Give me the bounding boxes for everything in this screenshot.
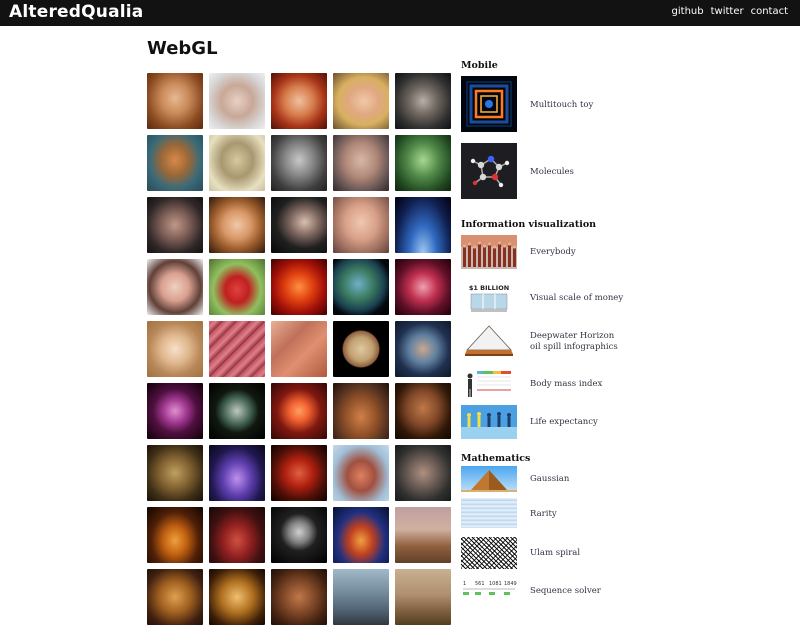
site-logo[interactable]: AlteredQualia [9,2,143,22]
sidebar-item-label: Everybody [530,247,576,257]
sidebar-item-label: Ulam spiral [530,548,581,558]
sidebar-item-rarity[interactable]: Rarity [461,498,661,528]
thumbnail-7-3[interactable] [271,445,327,501]
sidebar-item-label: Gaussian [530,474,570,484]
top-nav: github twitter contact [672,6,788,17]
top-bar: AlteredQualia github twitter contact [0,0,800,26]
money-scale-icon: $1 BILLION [461,281,517,315]
sequence-term: 561 [475,581,485,587]
sidebar-item-sequence-solver[interactable]: 1 561 1081 1849 Sequence solver [461,578,661,600]
sidebar-item-deepwater-horizon[interactable]: Deepwater Horizon oil spill infographics [461,320,661,360]
sidebar-item-label: Sequence solver [530,586,601,596]
thumbnail-8-3[interactable] [271,507,327,563]
thumbnail-9-4[interactable] [333,569,389,625]
sidebar-item-label: Life expectancy [530,417,598,427]
thumbnail-5-3[interactable] [271,321,327,377]
sidebar-item-label: Visual scale of money [530,293,624,303]
multitouch-toy-icon [461,76,517,132]
page-title: WebGL [147,38,218,59]
thumbnail-6-3[interactable] [271,383,327,439]
sidebar-item-multitouch-toy[interactable]: Multitouch toy [461,76,661,132]
thumbnail-2-4[interactable] [333,135,389,191]
section-title-mathematics: Mathematics [461,453,531,464]
nav-contact-link[interactable]: contact [751,6,788,17]
thumbnail-8-5[interactable] [395,507,451,563]
thumbnail-8-1[interactable] [147,507,203,563]
section-title-information-visualization: Information visualization [461,219,597,230]
thumbnail-9-1[interactable] [147,569,203,625]
thumbnail-9-5[interactable] [395,569,451,625]
sidebar-item-life-expectancy[interactable]: Life expectancy [461,405,661,439]
thumbnail-7-4[interactable] [333,445,389,501]
thumbnail-2-1[interactable] [147,135,203,191]
rarity-icon [461,498,517,528]
life-expectancy-icon [461,405,517,439]
thumbnail-7-5[interactable] [395,445,451,501]
thumbnail-8-2[interactable] [209,507,265,563]
thumbnail-2-5[interactable] [395,135,451,191]
sequence-term: 1 [463,581,466,587]
sidebar-item-label: Rarity [530,509,557,519]
nav-twitter-link[interactable]: twitter [711,6,744,17]
thumbnail-4-2[interactable] [209,259,265,315]
sequence-solver-icon: 1 561 1081 1849 [461,578,517,600]
oil-pyramid-icon [461,320,517,360]
molecules-icon [461,143,517,199]
thumbnail-3-2[interactable] [209,197,265,253]
thumbnail-9-2[interactable] [209,569,265,625]
thumbnail-4-5[interactable] [395,259,451,315]
thumbnail-3-1[interactable] [147,197,203,253]
thumbnail-6-2[interactable] [209,383,265,439]
sidebar-item-label: Multitouch toy [530,100,594,110]
thumbnail-5-2[interactable] [209,321,265,377]
thumbnail-2-3[interactable] [271,135,327,191]
ulam-spiral-icon [461,537,517,569]
nav-github-link[interactable]: github [672,6,704,17]
sidebar-item-body-mass-index[interactable]: Body mass index [461,367,661,401]
sidebar-item-gaussian[interactable]: Gaussian [461,466,661,492]
thumbnail-4-3[interactable] [271,259,327,315]
section-title-mobile: Mobile [461,60,498,71]
thumbnail-1-1[interactable] [147,73,203,129]
thumbnail-6-4[interactable] [333,383,389,439]
sidebar-item-label: Deepwater Horizon oil spill infographics [530,331,618,352]
thumbnail-8-4[interactable] [333,507,389,563]
thumbnail-5-5[interactable] [395,321,451,377]
bmi-icon [461,367,517,401]
thumbnail-7-2[interactable] [209,445,265,501]
sidebar-item-visual-scale-of-money[interactable]: $1 BILLION Visual scale of money [461,281,661,315]
thumbnail-6-1[interactable] [147,383,203,439]
thumbnail-9-3[interactable] [271,569,327,625]
sequence-term: 1849 [504,581,517,587]
sidebar-item-label: Molecules [530,167,574,177]
sidebar-item-molecules[interactable]: Molecules [461,143,661,199]
sidebar-item-label: Body mass index [530,379,603,389]
thumbnail-1-2[interactable] [209,73,265,129]
webgl-thumbnail-grid [147,73,451,625]
thumbnail-4-4[interactable] [333,259,389,315]
everybody-icon [461,235,517,269]
thumbnail-3-5[interactable] [395,197,451,253]
money-scale-thumb-text: $1 BILLION [469,284,509,292]
sidebar-item-everybody[interactable]: Everybody [461,235,661,269]
thumbnail-1-5[interactable] [395,73,451,129]
sidebar-item-ulam-spiral[interactable]: Ulam spiral [461,537,661,569]
thumbnail-1-4[interactable] [333,73,389,129]
sequence-term: 1081 [489,581,502,587]
thumbnail-1-3[interactable] [271,73,327,129]
thumbnail-7-1[interactable] [147,445,203,501]
thumbnail-3-3[interactable] [271,197,327,253]
thumbnail-5-1[interactable] [147,321,203,377]
thumbnail-3-4[interactable] [333,197,389,253]
thumbnail-6-5[interactable] [395,383,451,439]
thumbnail-4-1[interactable] [147,259,203,315]
gaussian-icon [461,466,517,492]
thumbnail-2-2[interactable] [209,135,265,191]
thumbnail-5-4[interactable] [333,321,389,377]
